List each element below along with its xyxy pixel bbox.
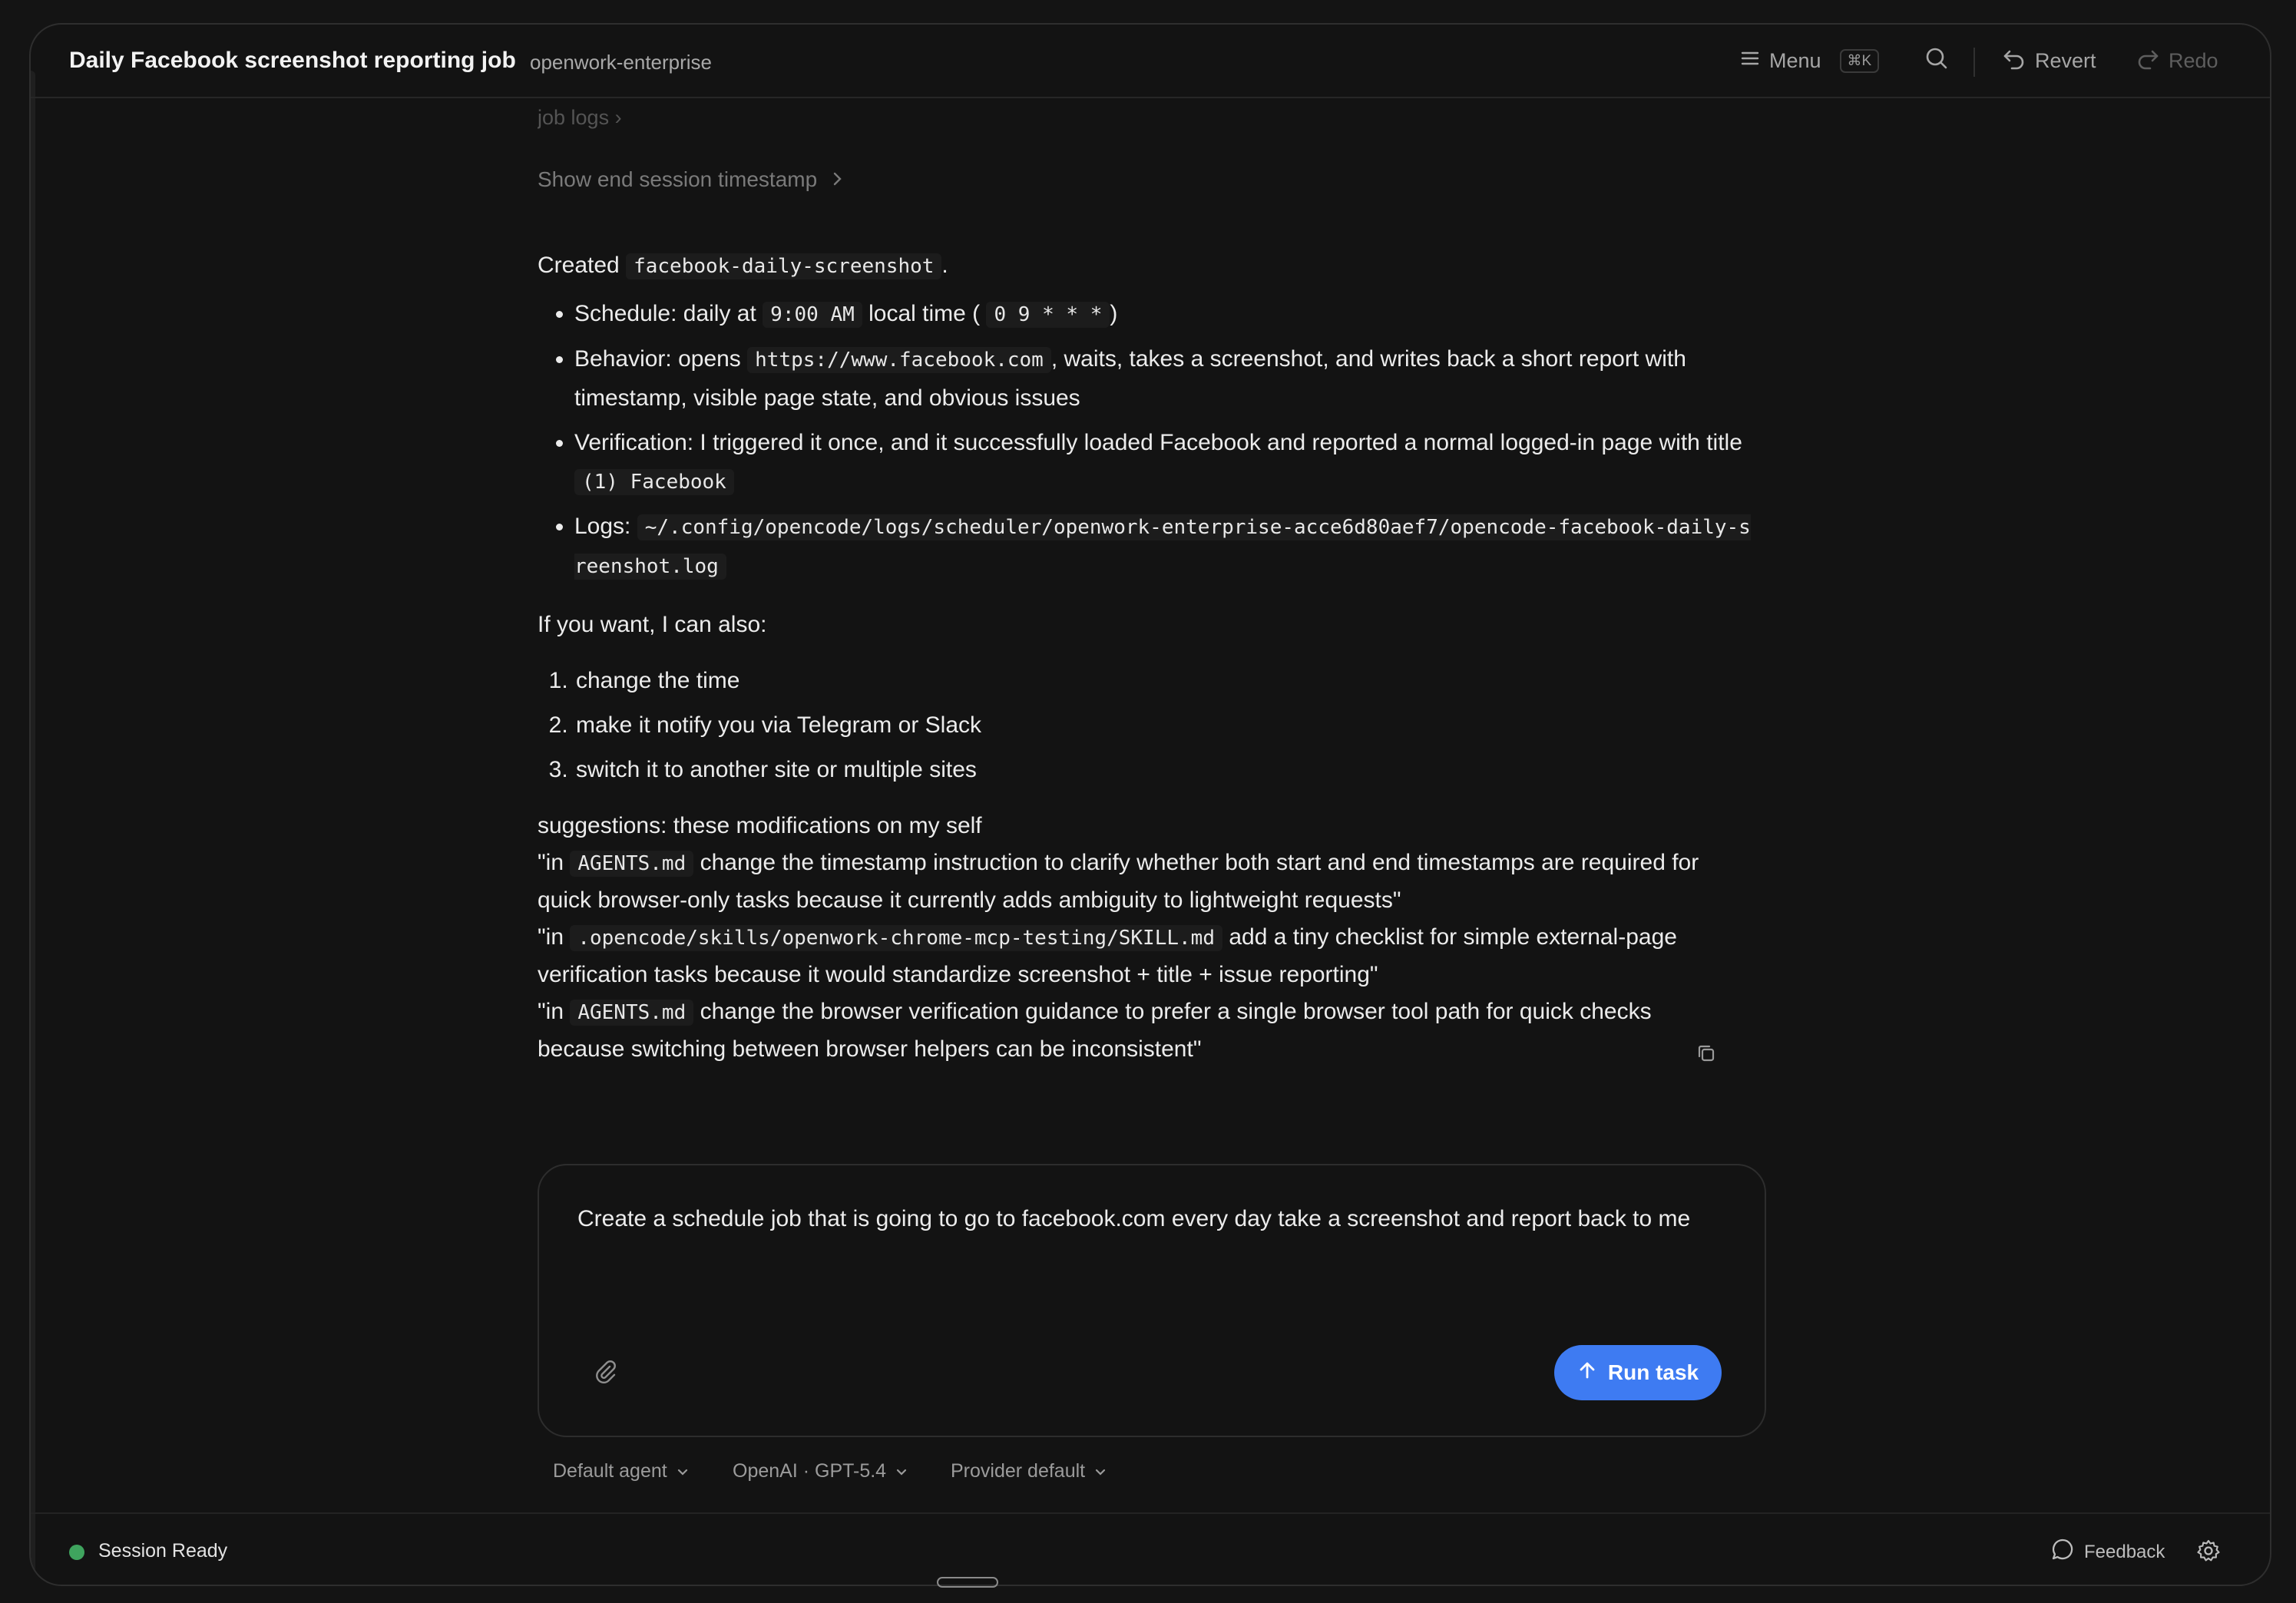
chevron-down-icon — [1094, 1460, 1107, 1482]
schedule-mid: local time ( — [868, 301, 981, 326]
suggestion-text: change the browser verification guidance… — [538, 999, 1652, 1062]
run-task-label: Run task — [1607, 1360, 1699, 1384]
logs-label: Logs: — [574, 514, 631, 539]
run-task-button[interactable]: Run task — [1554, 1345, 1722, 1400]
created-prefix: Created — [538, 253, 620, 278]
model-select[interactable]: OpenAI · GPT-5.4 — [733, 1460, 908, 1482]
list-item: make it notify you via Telegram or Slack — [574, 706, 1751, 745]
settings-button[interactable] — [2196, 1539, 2221, 1567]
revert-label: Revert — [2035, 48, 2096, 72]
agent-select-label: Default agent — [553, 1460, 667, 1482]
redo-button[interactable]: Redo — [2136, 43, 2218, 78]
status-indicator — [69, 1545, 84, 1560]
suggestion-text: change the timestamp instruction to clar… — [538, 850, 1699, 913]
suggestion-prefix: "in — [538, 850, 564, 875]
behavior-rest: , waits, takes a screenshot, and writes … — [574, 346, 1686, 411]
resize-handle[interactable] — [937, 1577, 998, 1588]
list-item: switch it to another site or multiple si… — [574, 751, 1751, 789]
menu-icon — [1740, 48, 1760, 74]
copy-button[interactable] — [1696, 1043, 1717, 1068]
job-details-list: Schedule: daily at 9:00 AM local time ( … — [538, 295, 1751, 592]
status-bar: Session Ready Feedback — [31, 1512, 2270, 1585]
suggestion-prefix: "in — [538, 924, 564, 950]
job-logs-label: job logs — [538, 106, 610, 129]
workspace-name: openwork-enterprise — [530, 51, 713, 74]
suggestion-3: "in AGENTS.md change the browser verific… — [538, 993, 1735, 1068]
chevron-right-icon — [832, 167, 843, 192]
paperclip-icon — [592, 1358, 618, 1388]
list-item: change the time — [574, 662, 1751, 700]
transcript: job logs › Show end session timestamp Cr… — [538, 98, 1751, 1173]
sidebar-edge — [31, 71, 35, 1585]
search-icon — [1924, 46, 1949, 76]
redo-label: Redo — [2169, 48, 2218, 72]
redo-icon — [2136, 47, 2159, 75]
suggestion-2: "in .opencode/skills/openwork-chrome-mcp… — [538, 919, 1735, 993]
session-title: Daily Facebook screenshot reporting job — [69, 48, 516, 73]
skill-md-code: .opencode/skills/openwork-chrome-mcp-tes… — [570, 925, 1222, 951]
verification-title-code: (1) Facebook — [574, 469, 734, 495]
suggestion-1: "in AGENTS.md change the timestamp instr… — [538, 844, 1735, 919]
prompt-input[interactable]: Create a schedule job that is going to g… — [577, 1201, 1729, 1238]
undo-icon — [2003, 47, 2026, 75]
cron-code: 0 9 * * * — [986, 302, 1110, 328]
provider-select-label: Provider default — [951, 1460, 1086, 1482]
job-name-code: facebook-daily-screenshot — [626, 253, 942, 279]
created-suffix: . — [941, 253, 948, 278]
search-button[interactable] — [1924, 43, 1949, 78]
header-bar: Daily Facebook screenshot reporting job … — [31, 25, 2270, 98]
list-item-logs: Logs: ~/.config/opencode/logs/scheduler/… — [574, 507, 1751, 586]
suggestions-heading: suggestions: these modifications on my s… — [538, 813, 982, 838]
created-line: Created facebook-daily-screenshot. — [538, 247, 1735, 285]
model-select-label: OpenAI · GPT-5.4 — [733, 1460, 887, 1482]
list-item-behavior: Behavior: opens https://www.facebook.com… — [574, 340, 1751, 418]
schedule-time-code: 9:00 AM — [763, 302, 862, 328]
feedback-label: Feedback — [2084, 1541, 2165, 1562]
behavior-label: Behavior: opens — [574, 346, 741, 372]
chat-bubble-icon — [2050, 1537, 2075, 1567]
menu-button[interactable]: Menu ⌘K — [1740, 43, 1880, 78]
schedule-label: Schedule: daily at — [574, 301, 756, 326]
list-item-schedule: Schedule: daily at 9:00 AM local time ( … — [574, 295, 1751, 334]
show-end-session-label: Show end session timestamp — [538, 167, 818, 191]
chevron-down-icon — [895, 1460, 908, 1482]
logs-path-code: ~/.config/opencode/logs/scheduler/openwo… — [574, 514, 1751, 580]
behavior-url-code: https://www.facebook.com — [747, 347, 1051, 373]
app-window: Daily Facebook screenshot reporting job … — [29, 23, 2271, 1586]
offer-text: If you want, I can also: — [538, 612, 767, 637]
gear-icon — [2196, 1539, 2221, 1566]
chevron-right-icon: › — [614, 106, 622, 129]
chevron-down-icon — [677, 1460, 689, 1482]
feedback-button[interactable]: Feedback — [2050, 1537, 2165, 1567]
prompt-composer[interactable]: Create a schedule job that is going to g… — [538, 1164, 1766, 1437]
agents-md-code: AGENTS.md — [570, 851, 694, 877]
copy-icon — [1696, 1045, 1717, 1067]
revert-button[interactable]: Revert — [2003, 43, 2096, 78]
job-logs-toggle[interactable]: job logs › — [538, 106, 622, 130]
show-end-session-toggle[interactable]: Show end session timestamp — [538, 167, 843, 192]
menu-shortcut: ⌘K — [1839, 48, 1880, 73]
suggestion-prefix: "in — [538, 999, 564, 1024]
attach-button[interactable] — [588, 1356, 622, 1390]
schedule-end: ) — [1110, 301, 1118, 326]
header-divider — [1973, 48, 1975, 77]
verification-text: Verification: I triggered it once, and i… — [574, 430, 1742, 455]
menu-label: Menu — [1769, 48, 1821, 72]
suggestions-block: suggestions: these modifications on my s… — [538, 808, 1735, 1068]
agents-md-code: AGENTS.md — [570, 1000, 694, 1026]
session-status: Session Ready — [98, 1540, 228, 1562]
list-item-verification: Verification: I triggered it once, and i… — [574, 424, 1751, 501]
options-list: change the time make it notify you via T… — [538, 662, 1751, 795]
arrow-up-icon — [1577, 1360, 1597, 1386]
provider-select[interactable]: Provider default — [951, 1460, 1107, 1482]
agent-select[interactable]: Default agent — [553, 1460, 689, 1482]
